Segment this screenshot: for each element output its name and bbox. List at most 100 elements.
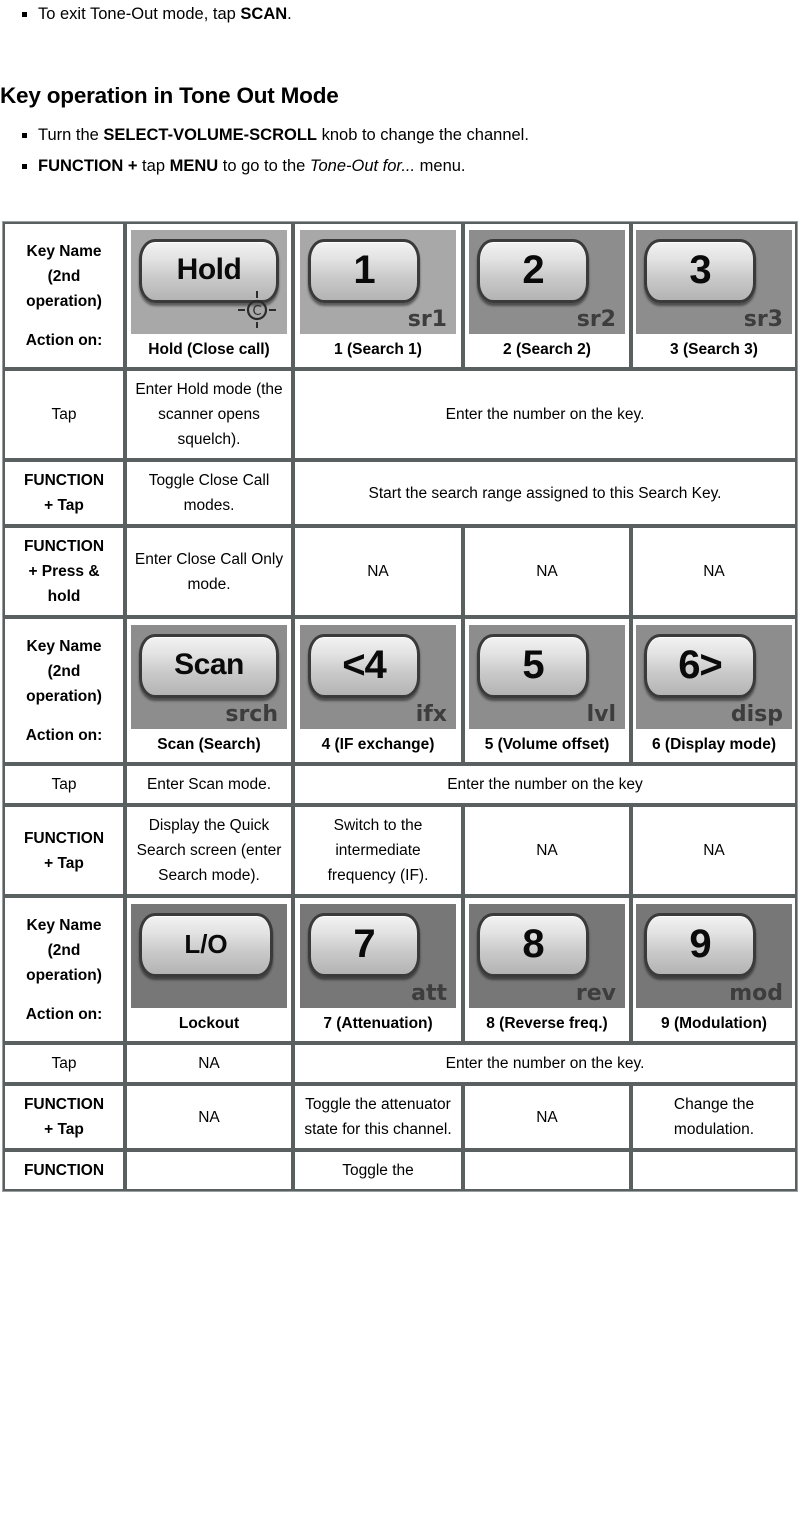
key-button-glyph: <4	[308, 634, 420, 698]
svg-text:C: C	[252, 304, 261, 319]
row-header-label: Key Name (2nd operation) Action on:	[3, 617, 125, 764]
action-gesture: Tap	[51, 776, 77, 793]
keycap-image-1: 7 att	[300, 904, 456, 1008]
row-header-label: Key Name (2nd operation) Action on:	[3, 896, 125, 1043]
table-cell: Switch to the intermediate frequency (IF…	[293, 805, 463, 896]
action-gesture: + Tap	[44, 1121, 84, 1138]
keycap-image-2: 2 sr2	[469, 230, 625, 334]
action-gesture: Tap	[51, 406, 77, 423]
key-caption: 2 (Search 2)	[503, 341, 591, 358]
list-item: To exit Tone-Out mode, tap SCAN.	[0, 0, 794, 28]
key-header-cell: L/O Lockout	[125, 896, 293, 1043]
table-cell: Enter Hold mode (the scanner opens squel…	[125, 369, 293, 460]
cell-text: NA	[536, 1108, 558, 1126]
table-row: Tap NA Enter the number on the key.	[3, 1043, 797, 1084]
key-caption: Scan (Search)	[157, 736, 261, 753]
key-cell: 5 lvl 5 (Volume offset)	[469, 625, 625, 756]
pre-bullet-list: To exit Tone-Out mode, tap SCAN.	[0, 0, 794, 28]
key-header-cell: 2 sr2 2 (Search 2)	[463, 222, 631, 369]
cell-text: NA	[367, 563, 389, 580]
table-cell: NA	[631, 526, 797, 617]
table-cell: NA	[293, 526, 463, 617]
key-caption: 9 (Modulation)	[661, 1015, 767, 1032]
cell-text: Toggle the attenuator state for this cha…	[304, 1096, 452, 1138]
key-name-label: Key Name (2nd operation)	[26, 916, 102, 984]
key-caption: Hold (Close call)	[148, 341, 270, 358]
action-modifier: FUNCTION	[23, 538, 105, 555]
key-button-glyph: 8	[477, 913, 589, 977]
key-secondary-label: disp	[730, 702, 783, 727]
cell-text: NA	[536, 563, 558, 580]
bullet-text-exit-tone-out: To exit Tone-Out mode, tap SCAN.	[38, 5, 292, 23]
action-modifier: FUNCTION	[23, 1162, 105, 1179]
action-label-cell: FUNCTION + Tap	[3, 805, 125, 896]
cell-text: Enter Close Call Only mode.	[134, 550, 284, 593]
cell-text: Toggle Close Call modes.	[148, 472, 270, 514]
table-row: Tap Enter Scan mode. Enter the number on t…	[3, 764, 797, 805]
key-button-glyph: L/O	[139, 913, 273, 977]
keycap-image-3: 3 sr3	[636, 230, 792, 334]
table-cell: Change the modulation.	[631, 1084, 797, 1150]
key-operation-table: Key Name (2nd operation) Action on: Hold C H…	[2, 221, 798, 1192]
table-cell: NA	[463, 805, 631, 896]
key-cell: Scan srch Scan (Search)	[131, 625, 287, 756]
keycap-image-1: 1 sr1	[300, 230, 456, 334]
key-button-glyph: 7	[308, 913, 420, 977]
cell-text: NA	[703, 563, 725, 580]
action-label-cell: FUNCTION	[3, 1150, 125, 1191]
key-caption: 3 (Search 3)	[670, 341, 758, 358]
key-header-cell: <4 ifx 4 (IF exchange)	[293, 617, 463, 764]
key-button-glyph: 9	[644, 913, 756, 977]
table-cell: NA	[463, 1084, 631, 1150]
key-cell: 1 sr1 1 (Search 1)	[300, 230, 456, 361]
table-cell: NA	[631, 805, 797, 896]
table-header-row: Key Name (2nd operation) Action on: L/O Loc…	[3, 896, 797, 1043]
key-cell: 9 mod 9 (Modulation)	[636, 904, 792, 1035]
cell-text: Enter the number on the key.	[445, 1055, 645, 1072]
key-button-glyph: Scan	[139, 634, 279, 698]
table-cell: Enter Close Call Only mode.	[125, 526, 293, 617]
table-cell: Display the Quick Search screen (enter S…	[125, 805, 293, 896]
table-cell: NA	[463, 526, 631, 617]
key-button-glyph: 1	[308, 239, 420, 303]
key-cell: 7 att 7 (Attenuation)	[300, 904, 456, 1035]
table-cell: Start the search range assigned to this …	[293, 460, 797, 526]
cell-text: Switch to the intermediate frequency (IF…	[327, 817, 429, 884]
key-secondary-label: sr1	[407, 307, 447, 332]
action-modifier: FUNCTION	[23, 472, 105, 489]
key-secondary-label: sr3	[743, 307, 783, 332]
action-on-label: Action on:	[25, 331, 103, 349]
cell-text: Enter the number on the key	[447, 776, 643, 793]
post-bullet-list: Turn the SELECT-VOLUME-SCROLL knob to ch…	[0, 121, 794, 180]
table-cell	[631, 1150, 797, 1191]
manual-page: To exit Tone-Out mode, tap SCAN. Key ope…	[0, 0, 800, 1192]
key-secondary-label: srch	[225, 702, 278, 727]
table-body: Key Name (2nd operation) Action on: Hold C H…	[3, 222, 797, 1191]
action-gesture: Tap	[51, 1055, 77, 1072]
cell-text: Change the modulation.	[673, 1096, 755, 1138]
key-name-label: Key Name (2nd operation)	[26, 637, 102, 705]
action-label-cell: Tap	[3, 1043, 125, 1084]
key-header-cell: 5 lvl 5 (Volume offset)	[463, 617, 631, 764]
table-cell	[125, 1150, 293, 1191]
key-cell: <4 ifx 4 (IF exchange)	[300, 625, 456, 756]
keycap-image-2: 8 rev	[469, 904, 625, 1008]
key-button-glyph: 3	[644, 239, 756, 303]
key-cell: 2 sr2 2 (Search 2)	[469, 230, 625, 361]
list-item: Turn the SELECT-VOLUME-SCROLL knob to ch…	[0, 121, 794, 149]
cell-text: Display the Quick Search screen (enter S…	[136, 817, 282, 884]
keycap-image-2: 5 lvl	[469, 625, 625, 729]
key-secondary-label: att	[411, 981, 447, 1006]
table-row: Tap Enter Hold mode (the scanner opens sq…	[3, 369, 797, 460]
key-button-glyph: 6>	[644, 634, 756, 698]
keycap-image-1: <4 ifx	[300, 625, 456, 729]
key-cell: 6> disp 6 (Display mode)	[636, 625, 792, 756]
bullet-text-function-menu: FUNCTION + tap MENU to go to the Tone-Ou…	[38, 157, 466, 175]
action-gesture: + Press & hold	[28, 563, 100, 605]
action-gesture: + Tap	[44, 497, 84, 514]
key-button-glyph: 2	[477, 239, 589, 303]
key-secondary-label: mod	[729, 981, 783, 1006]
cell-text: NA	[703, 842, 725, 859]
